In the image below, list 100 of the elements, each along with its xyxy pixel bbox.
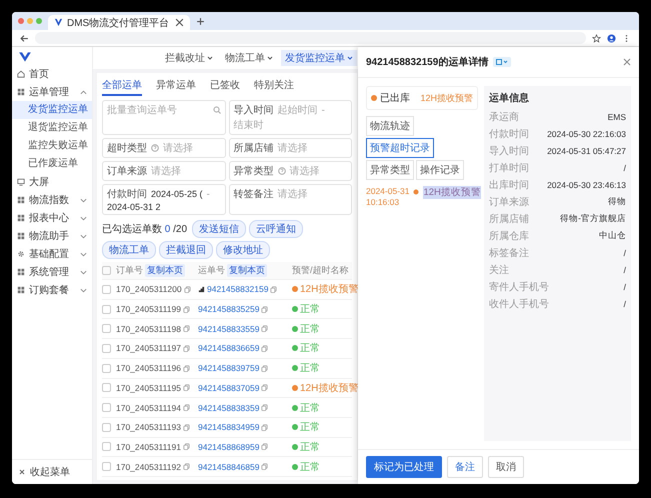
- action-button[interactable]: 物流工单: [102, 241, 156, 259]
- select-field[interactable]: 转签备注 请选择: [228, 184, 352, 215]
- home-icon: [17, 70, 25, 78]
- action-button[interactable]: 修改地址: [216, 241, 270, 259]
- waybill-link[interactable]: 9421458835259: [198, 304, 260, 314]
- copy-icon[interactable]: [182, 443, 190, 450]
- select-field[interactable]: 所属店铺 请选择: [228, 138, 352, 158]
- date-range-field[interactable]: 付款时间 2024-05-25 ( - 2024-05-31 2: [102, 184, 226, 215]
- page-tab[interactable]: 物流工单: [221, 50, 277, 66]
- date-range-field[interactable]: 导入时间 起始时间 - 结束时: [228, 100, 352, 135]
- copy-page-button[interactable]: 复制本页: [227, 264, 267, 277]
- copy-icon[interactable]: [184, 286, 191, 293]
- copy-icon[interactable]: [182, 384, 190, 392]
- checkbox[interactable]: [102, 266, 111, 275]
- copy-page-button[interactable]: 复制本页: [145, 264, 185, 277]
- plus-icon[interactable]: [196, 16, 205, 26]
- checkbox[interactable]: [102, 442, 111, 452]
- copy-icon[interactable]: [261, 364, 268, 372]
- selected-count: 已勾选运单数 0 /20: [102, 222, 188, 236]
- submenu-item[interactable]: 退货监控运单: [12, 119, 92, 137]
- filter-tab[interactable]: 已签收: [210, 76, 240, 96]
- action-button[interactable]: 拦截退回: [159, 241, 213, 259]
- select-field[interactable]: 超时类型 请选择: [102, 138, 226, 158]
- menu-item[interactable]: 大屏: [12, 173, 92, 191]
- submenu-item[interactable]: 已作废运单: [12, 155, 92, 173]
- menu-item[interactable]: 首页: [12, 65, 92, 83]
- waybill-link[interactable]: 9421458868959: [198, 442, 260, 452]
- page-tab[interactable]: 拦截改址: [161, 50, 217, 66]
- checkbox[interactable]: [102, 324, 111, 334]
- mark-processed-button[interactable]: 标记为已处理: [366, 456, 442, 478]
- checkbox[interactable]: [102, 422, 111, 432]
- menu-item[interactable]: 系统管理: [12, 263, 92, 281]
- close-icon[interactable]: [175, 18, 184, 27]
- info-label: 出库时间: [489, 178, 529, 192]
- order-number: 170_2405311193: [116, 422, 181, 432]
- status-text: 正常: [300, 420, 320, 434]
- menu-item[interactable]: 报表中心: [12, 209, 92, 227]
- menu-item[interactable]: 基础配置: [12, 245, 92, 263]
- copy-icon[interactable]: [270, 286, 278, 293]
- filter-tab[interactable]: 特别关注: [254, 76, 294, 96]
- copy-icon[interactable]: [261, 306, 268, 313]
- tag-dropdown-button[interactable]: [493, 57, 512, 67]
- detail-tab[interactable]: 物流轨迹: [366, 116, 414, 136]
- copy-icon[interactable]: [182, 344, 190, 352]
- menu-item[interactable]: 订购套餐: [12, 281, 92, 299]
- back-arrow-icon[interactable]: [20, 34, 29, 42]
- copy-icon[interactable]: [182, 364, 190, 372]
- checkbox[interactable]: [102, 383, 111, 392]
- copy-icon[interactable]: [261, 443, 268, 450]
- submenu-item[interactable]: 监控失败运单: [12, 137, 92, 155]
- submenu-item[interactable]: 发货监控运单: [12, 101, 92, 119]
- cancel-button[interactable]: 取消: [488, 456, 524, 478]
- copy-icon[interactable]: [261, 424, 268, 431]
- note-button[interactable]: 备注: [447, 456, 483, 478]
- filter-tab[interactable]: 异常运单: [156, 76, 196, 96]
- waybill-link[interactable]: 9421458838359: [198, 402, 260, 413]
- copy-icon[interactable]: [261, 404, 268, 412]
- copy-icon[interactable]: [261, 384, 268, 392]
- menu-item[interactable]: 物流指数: [12, 191, 92, 209]
- waybill-link[interactable]: 9421458833559: [198, 324, 260, 334]
- select-field[interactable]: 订单来源 请选择: [102, 161, 226, 181]
- menu-item[interactable]: 运单管理: [12, 83, 92, 101]
- waybill-link[interactable]: 9421458834959: [198, 422, 260, 432]
- copy-icon[interactable]: [182, 424, 190, 431]
- copy-icon[interactable]: [182, 306, 190, 313]
- checkbox[interactable]: [102, 364, 111, 373]
- star-icon[interactable]: [592, 34, 601, 42]
- close-icon[interactable]: [623, 58, 631, 66]
- waybill-link[interactable]: 9421458837059: [198, 382, 260, 393]
- checkbox[interactable]: [102, 344, 111, 353]
- waybill-link[interactable]: 9421458832159: [207, 284, 268, 294]
- select-field[interactable]: 异常类型 请选择: [228, 161, 352, 181]
- waybill-link[interactable]: 9421458839759: [198, 363, 260, 374]
- checkbox[interactable]: [102, 462, 111, 472]
- window-controls-icon[interactable]: [18, 18, 42, 24]
- info-label: 订单来源: [489, 196, 529, 209]
- waybill-link[interactable]: 9421458846859: [198, 462, 260, 472]
- profile-icon[interactable]: [607, 34, 616, 42]
- action-button[interactable]: 云呼通知: [249, 220, 304, 238]
- filter-tab[interactable]: 全部运单: [102, 76, 142, 96]
- detail-tab[interactable]: 异常类型: [366, 160, 414, 180]
- collapse-menu-button[interactable]: 收起菜单: [12, 459, 92, 484]
- checkbox[interactable]: [102, 304, 111, 314]
- status-label: 已出库: [380, 92, 411, 105]
- menu-item[interactable]: 物流助手: [12, 227, 92, 245]
- detail-tab[interactable]: 预警超时记录: [366, 138, 434, 158]
- waybill-link[interactable]: 9421458836659: [198, 343, 260, 354]
- status-text: 正常: [300, 440, 320, 454]
- copy-icon[interactable]: [261, 344, 268, 352]
- copy-icon[interactable]: [182, 325, 190, 332]
- checkbox[interactable]: [102, 284, 111, 294]
- copy-icon[interactable]: [261, 325, 268, 332]
- copy-icon[interactable]: [182, 404, 190, 412]
- detail-tab[interactable]: 操作记录: [416, 160, 464, 180]
- action-button[interactable]: 发送短信: [192, 220, 246, 238]
- page-tab[interactable]: 发货监控运单: [281, 50, 357, 66]
- checkbox[interactable]: [102, 403, 111, 412]
- copy-icon[interactable]: [182, 463, 190, 470]
- copy-icon[interactable]: [261, 463, 268, 470]
- browser-tab[interactable]: DMS物流交付管理平台: [48, 15, 190, 30]
